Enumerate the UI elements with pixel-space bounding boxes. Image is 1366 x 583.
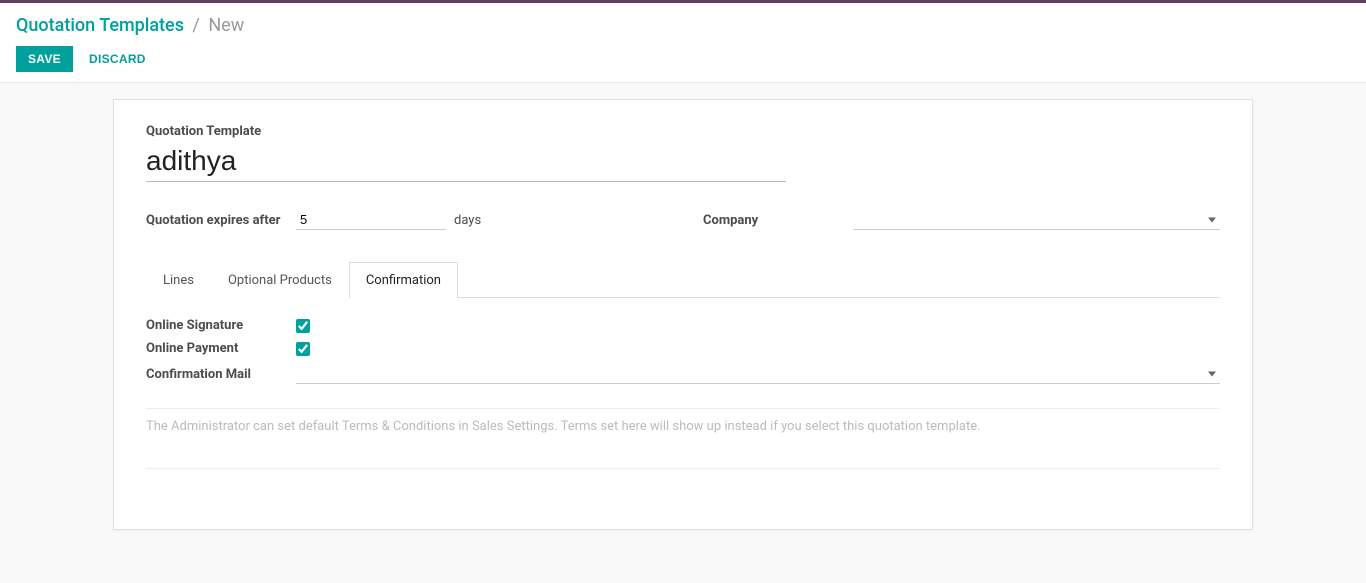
tab-optional-products[interactable]: Optional Products [211, 262, 349, 298]
save-button[interactable]: SAVE [16, 46, 73, 72]
confirmation-mail-select[interactable] [296, 364, 1220, 384]
template-name-input[interactable] [146, 141, 786, 182]
expires-label: Quotation expires after [146, 213, 296, 228]
breadcrumb-separator: / [192, 15, 199, 36]
confirmation-mail-label: Confirmation Mail [146, 367, 296, 382]
online-payment-row: Online Payment [146, 337, 1220, 360]
expires-input[interactable] [296, 210, 446, 230]
tab-content-confirmation: Online Signature Online Payment Confirma… [146, 298, 1220, 497]
template-name-label: Quotation Template [146, 124, 1220, 139]
tabs: Lines Optional Products Confirmation [146, 262, 1220, 298]
tab-lines[interactable]: Lines [146, 262, 211, 298]
discard-button[interactable]: DISCARD [85, 46, 150, 72]
company-label: Company [703, 213, 853, 228]
online-signature-checkbox[interactable] [296, 319, 310, 333]
tab-confirmation[interactable]: Confirmation [349, 262, 458, 298]
page-header: Quotation Templates / New SAVE DISCARD [0, 3, 1366, 83]
terms-block [146, 408, 1220, 469]
online-payment-checkbox[interactable] [296, 342, 310, 356]
main-container: Quotation Template Quotation expires aft… [0, 83, 1366, 546]
company-select[interactable] [853, 210, 1220, 230]
breadcrumb-current: New [208, 15, 244, 36]
terms-textarea[interactable] [146, 417, 1220, 456]
form-sheet: Quotation Template Quotation expires aft… [113, 99, 1253, 530]
expires-unit: days [454, 213, 481, 228]
online-payment-label: Online Payment [146, 341, 296, 356]
online-signature-label: Online Signature [146, 318, 296, 333]
breadcrumb-parent-link[interactable]: Quotation Templates [16, 15, 184, 36]
expires-field: Quotation expires after days [146, 210, 663, 230]
online-signature-row: Online Signature [146, 314, 1220, 337]
breadcrumb: Quotation Templates / New [16, 15, 1350, 36]
toolbar: SAVE DISCARD [16, 46, 1350, 72]
company-field: Company [703, 210, 1220, 230]
confirmation-mail-row: Confirmation Mail [146, 360, 1220, 388]
